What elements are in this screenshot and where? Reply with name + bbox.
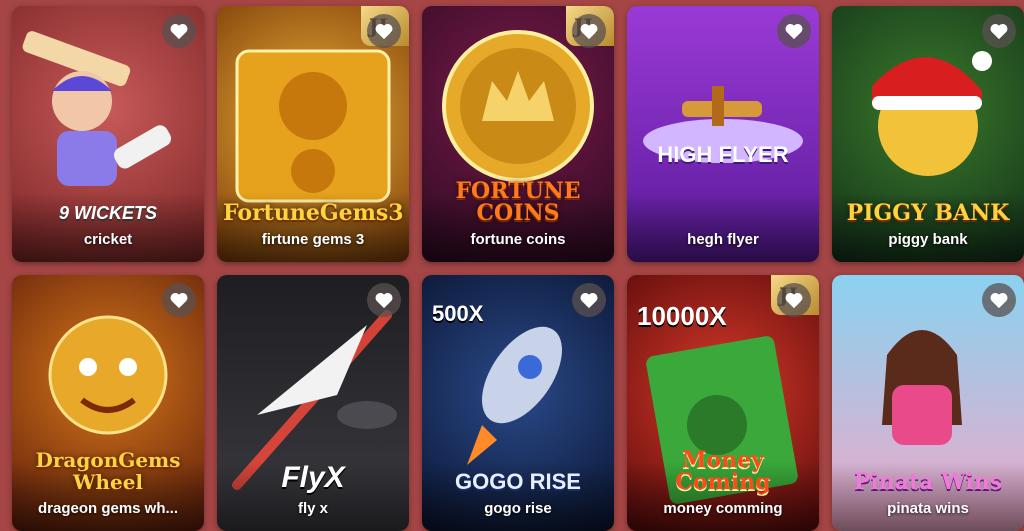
game-card-dragon-gems-wheel[interactable]: DragonGems Wheel drageon gems wh... <box>12 275 204 531</box>
favorite-button[interactable] <box>982 283 1016 317</box>
favorite-button[interactable] <box>572 283 606 317</box>
game-title: gogo rise <box>484 500 552 517</box>
favorite-button[interactable] <box>777 283 811 317</box>
game-title: piggy bank <box>888 231 968 248</box>
game-logo: HIGH FLYER <box>657 142 789 167</box>
game-card-piggy-bank[interactable]: PIGGY BANK piggy bank <box>832 6 1024 262</box>
max-multiplier: 500X <box>432 301 484 326</box>
games-grid: 9 WICKETS cricket FortuneGems3 firtune g… <box>12 6 1024 531</box>
game-logo: GOGO RISE <box>455 469 581 494</box>
heart-icon <box>580 292 598 309</box>
favorite-button[interactable] <box>367 283 401 317</box>
heart-icon <box>785 23 803 40</box>
favorite-button[interactable] <box>162 283 196 317</box>
game-card-high-flyer[interactable]: HIGH FLYER hegh flyer <box>627 6 819 262</box>
game-card-cricket[interactable]: 9 WICKETS cricket <box>12 6 204 262</box>
game-logo: 9 WICKETS <box>58 203 157 223</box>
game-logo: FortuneGems3 <box>223 200 404 226</box>
heart-icon <box>990 292 1008 309</box>
game-logo: Pinata Wins <box>853 469 1003 495</box>
game-title: cricket <box>83 231 133 248</box>
game-logo: FORTUNE COINS <box>455 178 581 226</box>
game-logo: Money Coming <box>675 447 771 495</box>
game-title: firtune gems 3 <box>261 231 365 248</box>
game-card-pinata-wins[interactable]: Pinata Wins pinata wins <box>832 275 1024 531</box>
favorite-button[interactable] <box>572 14 606 48</box>
game-title: pinata wins <box>887 500 969 517</box>
game-logo: FlyX <box>281 461 345 494</box>
favorite-button[interactable] <box>777 14 811 48</box>
favorite-button[interactable] <box>982 14 1016 48</box>
heart-icon <box>375 23 393 40</box>
heart-icon <box>990 23 1008 40</box>
game-title: hegh flyer <box>687 231 759 248</box>
game-title: money comming <box>663 500 783 517</box>
game-title: drageon gems wh... <box>37 500 179 517</box>
heart-icon <box>170 23 188 40</box>
game-title: fortune coins <box>470 231 566 248</box>
game-card-money-coming[interactable]: 10000X Money Coming money comming JL <box>627 275 819 531</box>
game-logo: DragonGems Wheel <box>35 448 181 494</box>
game-card-fortune-gems-3[interactable]: FortuneGems3 firtune gems 3 JL <box>217 6 409 262</box>
max-multiplier: 10000X <box>637 301 727 331</box>
label-shade <box>627 192 819 262</box>
favorite-button[interactable] <box>367 14 401 48</box>
game-card-gogo-rise[interactable]: 500X GOGO RISE gogo rise <box>422 275 614 531</box>
heart-icon <box>785 292 803 309</box>
game-title: fly x <box>297 500 328 517</box>
game-card-fortune-coins[interactable]: FORTUNE COINS fortune coins JL <box>422 6 614 262</box>
heart-icon <box>170 292 188 309</box>
heart-icon <box>580 23 598 40</box>
heart-icon <box>375 292 393 309</box>
game-card-fly-x[interactable]: FlyX fly x <box>217 275 409 531</box>
favorite-button[interactable] <box>162 14 196 48</box>
game-logo: PIGGY BANK <box>846 200 1010 226</box>
